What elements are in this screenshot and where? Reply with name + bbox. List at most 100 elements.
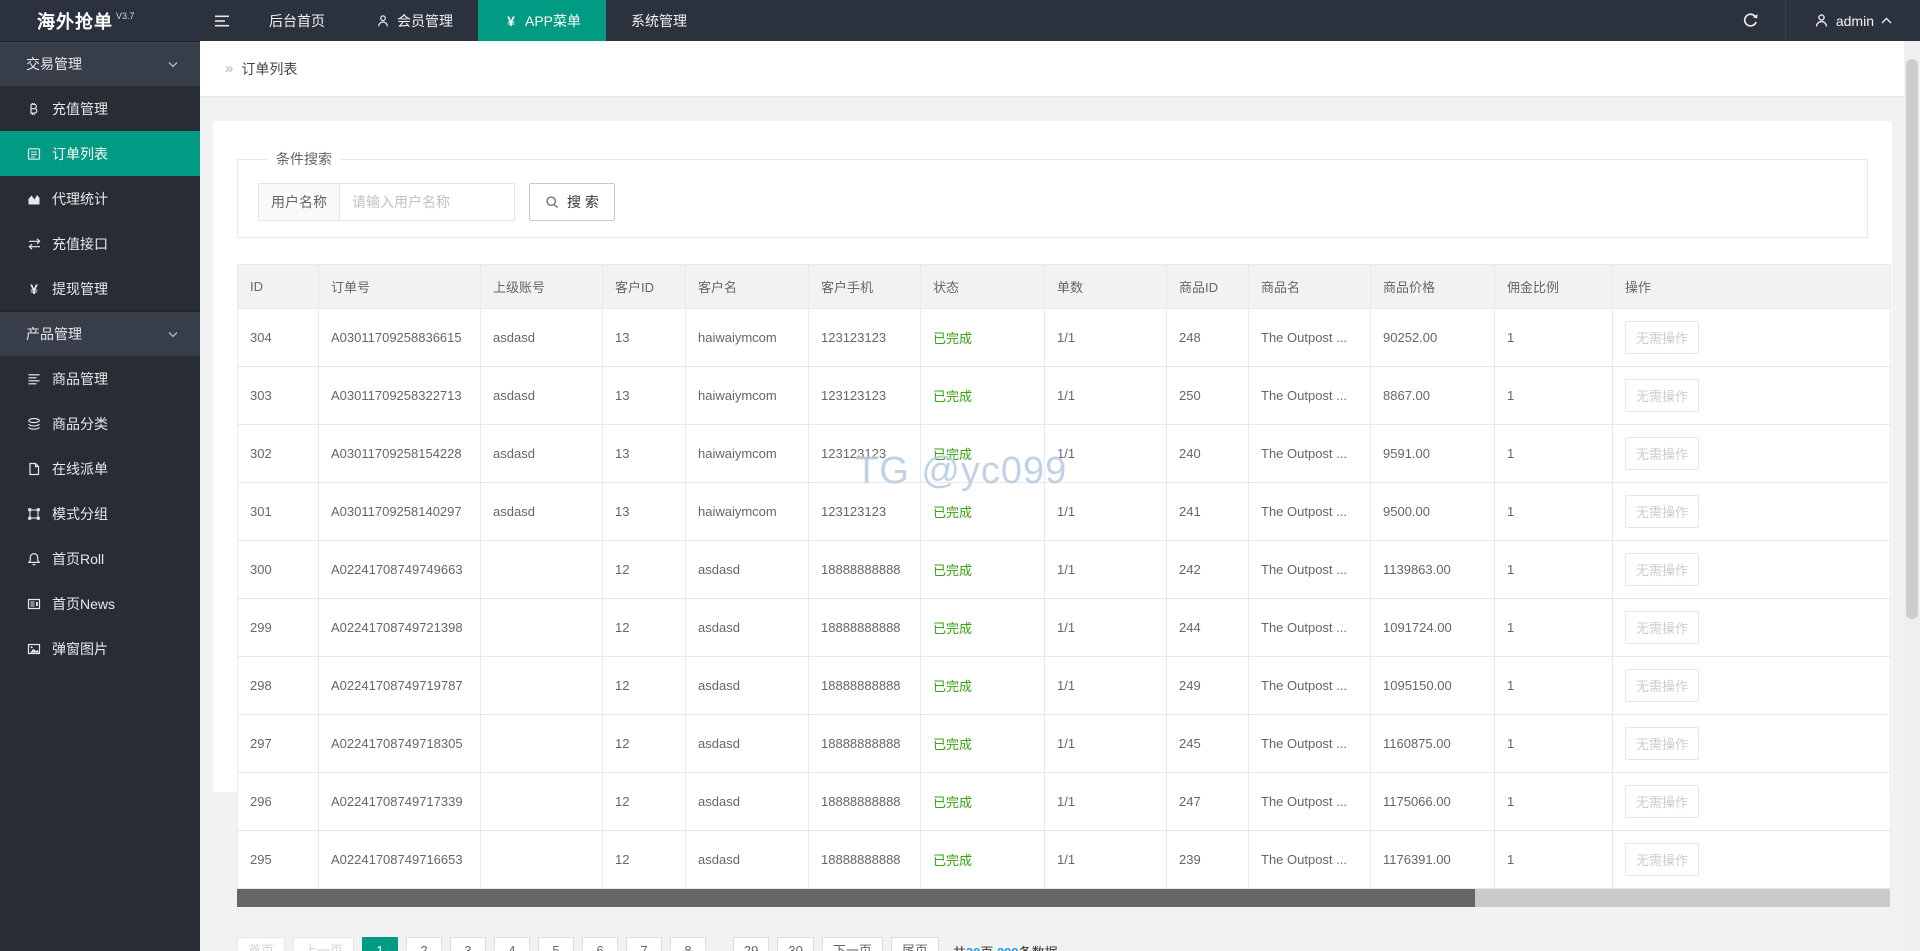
cell-product_id: 249 — [1166, 656, 1249, 715]
bitcoin-icon — [26, 102, 42, 116]
page-button-6[interactable]: 6 — [582, 937, 619, 951]
username-field-label: 用户名称 — [258, 183, 340, 221]
no-action-button[interactable]: 无需操作 — [1625, 843, 1700, 876]
table-row: 296 A02241708749717339 12 asdasd 18888888888… — [237, 772, 1891, 831]
news-icon — [26, 597, 42, 611]
collapse-sidebar-button[interactable] — [200, 0, 244, 41]
sidebar-item-5[interactable]: 充值接口 — [0, 221, 200, 266]
vertical-scrollbar-thumb[interactable] — [1906, 59, 1918, 619]
sidebar-item-8[interactable]: 商品管理 — [0, 356, 200, 401]
sidebar-item-3[interactable]: 订单列表 — [0, 131, 200, 176]
page-button-下一页[interactable]: 下一页 — [821, 937, 883, 951]
sidebar-item-2[interactable]: 充值管理 — [0, 86, 200, 131]
sidebar-item-1[interactable]: 交易管理 — [0, 41, 200, 86]
table-row: 303 A03011709258322713 asdasd 13 haiwaiymcom… — [237, 366, 1891, 425]
cell-product: The Outpost ... — [1248, 482, 1371, 541]
page-button-7[interactable]: 7 — [626, 937, 663, 951]
refresh-button[interactable] — [1716, 0, 1785, 41]
cell-count: 1/1 — [1044, 482, 1167, 541]
cell-product_id: 239 — [1166, 830, 1249, 889]
caret-up-icon — [1881, 17, 1892, 25]
cell-id: 296 — [237, 772, 319, 831]
page-button-29[interactable]: 29 — [732, 937, 770, 951]
table-row: 298 A02241708749719787 12 asdasd 18888888888… — [237, 656, 1891, 715]
cell-id: 303 — [237, 366, 319, 425]
page-button-1[interactable]: 1 — [362, 937, 399, 951]
horizontal-scrollbar-thumb[interactable] — [237, 889, 1476, 907]
cell-phone: 18888888888 — [808, 830, 921, 889]
sidebar-item-13[interactable]: 首页News — [0, 581, 200, 626]
sidebar-item-label: 在线派单 — [52, 460, 108, 477]
cell-customer: asdasd — [685, 714, 809, 773]
cell-commission: 1 — [1494, 424, 1613, 483]
user-icon — [1814, 13, 1829, 28]
refresh-icon — [1742, 12, 1759, 29]
cell-status: 已完成 — [920, 830, 1045, 889]
nav-item-2[interactable]: 会员管理 — [350, 0, 478, 41]
page-button-5[interactable]: 5 — [538, 937, 575, 951]
table-row: 300 A02241708749749663 12 asdasd 18888888888… — [237, 540, 1891, 599]
table-row: 295 A02241708749716653 12 asdasd 18888888888… — [237, 830, 1891, 889]
cell-action: 无需操作 — [1612, 424, 1891, 483]
cell-phone: 123123123 — [808, 366, 921, 425]
sidebar-item-10[interactable]: 在线派单 — [0, 446, 200, 491]
pagination-summary: 共30页 299条数据 — [953, 942, 1058, 951]
admin-username: admin — [1835, 12, 1874, 29]
no-action-button[interactable]: 无需操作 — [1625, 437, 1700, 470]
cell-customer: haiwaiymcom — [685, 424, 809, 483]
no-action-button[interactable]: 无需操作 — [1625, 785, 1700, 818]
pagination: 首页上一页12345678...2930下一页尾页共30页 299条数据 — [237, 937, 1892, 951]
cell-product: The Outpost ... — [1248, 366, 1371, 425]
search-button[interactable]: 搜 索 — [529, 183, 615, 221]
no-action-button[interactable]: 无需操作 — [1625, 669, 1700, 702]
sidebar-item-12[interactable]: 首页Roll — [0, 536, 200, 581]
no-action-button[interactable]: 无需操作 — [1625, 495, 1700, 528]
cell-phone: 123123123 — [808, 424, 921, 483]
nav-item-3[interactable]: ¥ APP菜单 — [478, 0, 607, 41]
cell-customer: haiwaiymcom — [685, 366, 809, 425]
page-button-8[interactable]: 8 — [670, 937, 707, 951]
sidebar-item-14[interactable]: 弹窗图片 — [0, 626, 200, 671]
cell-commission: 1 — [1494, 366, 1613, 425]
cell-id: 302 — [237, 424, 319, 483]
table-row: 299 A02241708749721398 12 asdasd 18888888888… — [237, 598, 1891, 657]
no-action-button[interactable]: 无需操作 — [1625, 379, 1700, 412]
sidebar-item-label: 模式分组 — [52, 505, 108, 522]
no-action-button[interactable]: 无需操作 — [1625, 553, 1700, 586]
cell-order_no: A02241708749749663 — [318, 540, 481, 599]
nav-item-1[interactable]: 后台首页 — [244, 0, 350, 41]
file-icon — [26, 462, 42, 476]
sidebar-item-9[interactable]: 商品分类 — [0, 401, 200, 446]
cell-order_no: A03011709258140297 — [318, 482, 481, 541]
nav-item-4[interactable]: 系统管理 — [606, 0, 712, 41]
page-button-尾页[interactable]: 尾页 — [890, 937, 939, 951]
search-row: 用户名称 搜 索 — [258, 183, 1847, 221]
app-logo: 海外抢单 V3.7 — [0, 0, 200, 41]
cell-customer: haiwaiymcom — [685, 308, 809, 367]
page-button-30[interactable]: 30 — [777, 937, 814, 951]
horizontal-scrollbar[interactable] — [237, 889, 1890, 907]
sidebar-item-6[interactable]: ¥ 提现管理 — [0, 266, 200, 311]
username-input[interactable] — [340, 183, 515, 221]
main-content: » 订单列表 条件搜索 用户名称 搜 索 ID订单号上级账号客 — [200, 41, 1904, 951]
page-button-2[interactable]: 2 — [406, 937, 443, 951]
cell-product_id: 242 — [1166, 540, 1249, 599]
no-action-button[interactable]: 无需操作 — [1625, 321, 1700, 354]
cell-customer_id: 13 — [602, 424, 686, 483]
breadcrumb-arrow-icon: » — [225, 60, 234, 77]
cell-id: 304 — [237, 308, 319, 367]
sidebar-item-11[interactable]: 模式分组 — [0, 491, 200, 536]
cell-status: 已完成 — [920, 598, 1045, 657]
no-action-button[interactable]: 无需操作 — [1625, 611, 1700, 644]
admin-menu[interactable]: admin — [1786, 0, 1920, 41]
no-action-button[interactable]: 无需操作 — [1625, 727, 1700, 760]
page-button-4[interactable]: 4 — [494, 937, 531, 951]
vertical-scrollbar[interactable] — [1904, 41, 1920, 951]
cell-id: 300 — [237, 540, 319, 599]
col-header: 单数 — [1044, 264, 1167, 309]
chevron-down-icon — [168, 61, 178, 68]
chevron-down-icon — [168, 331, 178, 338]
sidebar-item-4[interactable]: 代理统计 — [0, 176, 200, 221]
page-button-3[interactable]: 3 — [450, 937, 487, 951]
sidebar-item-7[interactable]: 产品管理 — [0, 311, 200, 356]
